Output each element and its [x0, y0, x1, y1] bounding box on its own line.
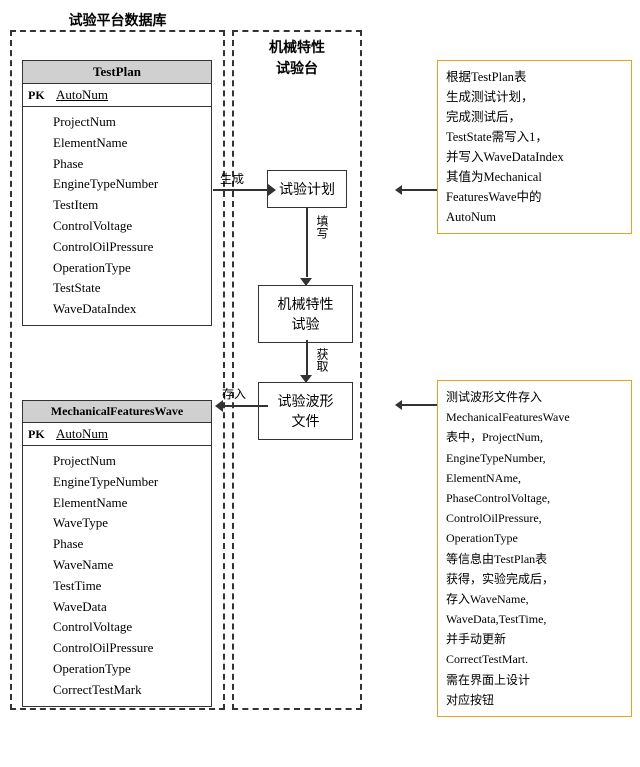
- mechanical-table: MechanicalFeaturesWave PK AutoNum Projec…: [22, 400, 212, 707]
- annotation-top: 根据TestPlan表 生成测试计划， 完成测试后， TestState需写入1…: [437, 60, 632, 234]
- testplan-pk-row: PK AutoNum: [23, 84, 211, 107]
- flow-box-plan: 试验计划: [267, 170, 347, 208]
- annotation-bottom: 测试波形文件存入 MechanicalFeaturesWave 表中，Proje…: [437, 380, 632, 717]
- testplan-pk-label: PK: [28, 88, 48, 103]
- arrow-get: [306, 340, 308, 375]
- field-row: ControlOilPressure: [53, 638, 203, 659]
- flow-box-wave: 试验波形 文件: [258, 382, 353, 440]
- flow-box-test: 机械特性 试验: [258, 285, 353, 343]
- field-row: EngineTypeNumber: [53, 472, 203, 493]
- mechanical-pk-field: AutoNum: [56, 426, 108, 442]
- field-row: ProjectNum: [53, 451, 203, 472]
- field-row: ProjectNum: [53, 112, 203, 133]
- field-row: TestItem: [53, 195, 203, 216]
- field-row: ControlVoltage: [53, 216, 203, 237]
- field-row: WaveName: [53, 555, 203, 576]
- get-label: 获取: [314, 348, 331, 372]
- field-row: EngineTypeNumber: [53, 174, 203, 195]
- generate-label: 生成: [220, 170, 244, 187]
- annotation-arrow-bottom: [395, 400, 437, 410]
- flow-title: 机械特性 试验台: [232, 38, 362, 80]
- testplan-fields: ProjectNum ElementName Phase EngineTypeN…: [23, 107, 211, 325]
- field-row: ElementName: [53, 133, 203, 154]
- testplan-title: TestPlan: [23, 61, 211, 84]
- field-row: ControlOilPressure: [53, 237, 203, 258]
- flow-dashed-box: [232, 30, 362, 710]
- field-row: Phase: [53, 534, 203, 555]
- store-label: 存入: [222, 385, 246, 402]
- mechanical-pk-row: PK AutoNum: [23, 423, 211, 446]
- field-row: WaveType: [53, 513, 203, 534]
- mechanical-title: MechanicalFeaturesWave: [23, 401, 211, 423]
- field-row: ControlVoltage: [53, 617, 203, 638]
- field-row: TestState: [53, 278, 203, 299]
- main-container: 试验平台数据库 TestPlan PK AutoNum ProjectNum E…: [0, 0, 640, 767]
- field-row: CorrectTestMark: [53, 680, 203, 701]
- field-row: WaveDataIndex: [53, 299, 203, 320]
- field-row: TestTime: [53, 576, 203, 597]
- annotation-arrow-top: [395, 185, 437, 195]
- field-row: WaveData: [53, 597, 203, 618]
- arrow-fill: [306, 207, 308, 277]
- testplan-table: TestPlan PK AutoNum ProjectNum ElementNa…: [22, 60, 212, 326]
- mechanical-pk-label: PK: [28, 427, 48, 442]
- db-title: 试验平台数据库: [10, 10, 225, 30]
- testplan-pk-field: AutoNum: [56, 87, 108, 103]
- mechanical-fields: ProjectNum EngineTypeNumber ElementName …: [23, 446, 211, 706]
- fill-label: 填写: [314, 215, 331, 239]
- field-row: OperationType: [53, 258, 203, 279]
- field-row: ElementName: [53, 493, 203, 514]
- field-row: OperationType: [53, 659, 203, 680]
- field-row: Phase: [53, 154, 203, 175]
